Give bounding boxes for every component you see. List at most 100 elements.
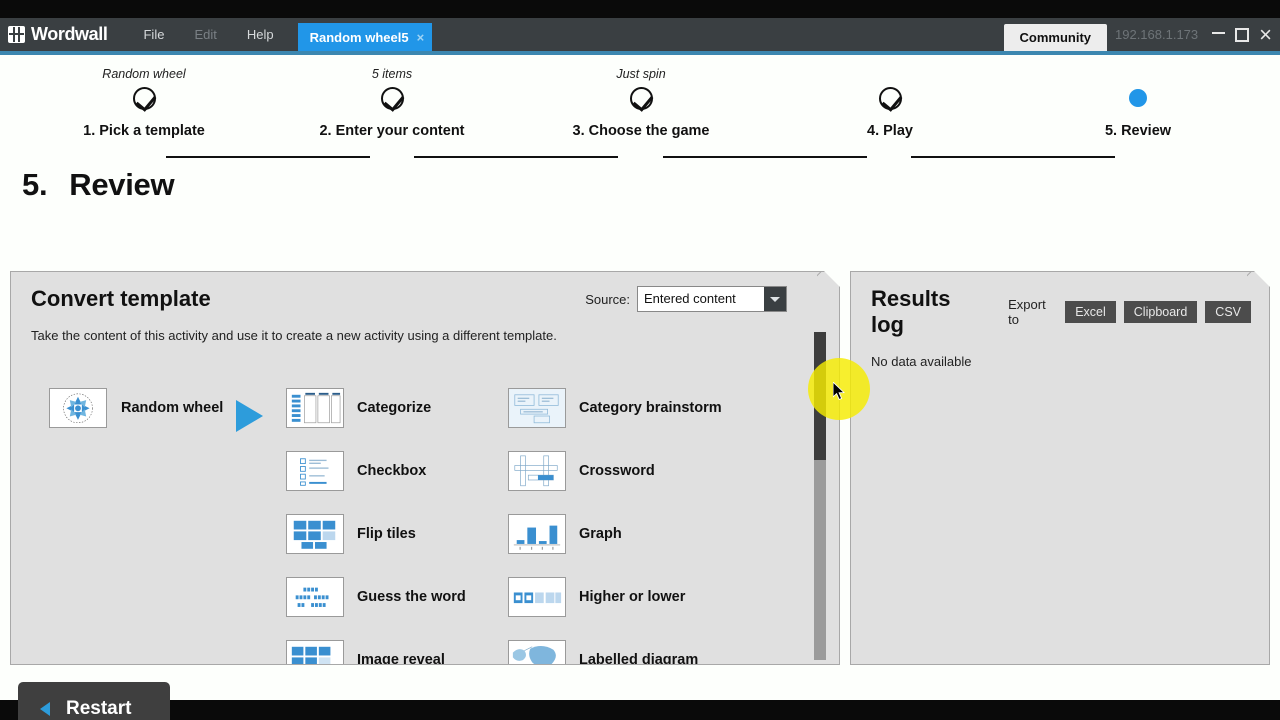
flip-tiles-art [293,520,336,549]
progress-stepper: Random wheel 1. Pick a template 5 items … [0,59,1280,158]
scrollbar-thumb[interactable] [814,332,826,460]
step-3-label: 3. Choose the game [572,123,710,139]
template-label: Image reveal [357,651,445,665]
step-5-label: 5. Review [1104,123,1172,139]
convert-panel-header: Convert template Source: Entered content [11,272,839,312]
template-column-left: Categorize Checkbox Flip tiles Guess the… [286,376,466,664]
graph-thumb [508,513,566,554]
template-list-scrollbar[interactable] [814,332,826,660]
template-item-higher-or-lower[interactable]: Higher or lower [508,565,722,628]
step-1-sub: Random wheel [102,67,186,81]
menu-item-help[interactable]: Help [233,18,288,51]
step-4-sub [780,65,1000,83]
step-4-marker [780,83,1000,113]
letterbox-top [0,0,1280,18]
step-2-sub: 5 items [371,67,413,81]
menu-bar: File Edit Help [129,18,287,51]
stepper-line-4 [911,156,1115,158]
checkbox-thumb [286,450,344,491]
restart-button-label: Restart [66,698,132,719]
categorize-art [291,392,341,423]
image-reveal-thumb [286,639,344,664]
convert-template-panel: Convert template Source: Entered content… [10,271,840,665]
template-column-right: Category brainstorm Crossword Graph High… [508,376,722,664]
template-item-graph[interactable]: Graph [508,502,722,565]
template-item-guess-the-word[interactable]: Guess the word [286,565,466,628]
page-title-number: 5. [22,167,48,202]
stepper-step-3[interactable]: Just spin 3. Choose the game [531,65,751,139]
crossword-thumb [508,450,566,491]
back-arrow-icon [40,702,50,716]
template-item-category-brainstorm[interactable]: Category brainstorm [508,376,722,439]
stepper-step-5[interactable]: 5. Review [1028,65,1248,139]
template-label: Crossword [579,462,655,479]
step-5-sub [1028,65,1248,83]
template-item-categorize[interactable]: Categorize [286,376,466,439]
guess-the-word-thumb [286,576,344,617]
step-4-label: 4. Play [867,123,913,139]
convert-panel-title: Convert template [31,286,211,311]
panel-fold-corner [824,271,840,287]
export-clipboard-button[interactable]: Clipboard [1123,301,1198,323]
document-tab-random-wheel5[interactable]: Random wheel5 × [297,23,433,51]
category-brainstorm-thumb [508,387,566,428]
checkbox-art [300,457,329,486]
results-panel-title: Results log [871,286,951,337]
image-reveal-art [291,646,331,664]
template-item-labelled-diagram[interactable]: Labelled diagram [508,628,722,664]
check-icon [132,86,156,110]
export-excel-button[interactable]: Excel [1065,301,1116,323]
source-select-value: Entered content [638,287,764,311]
menu-item-file[interactable]: File [129,18,178,51]
minimize-icon[interactable] [1212,32,1226,34]
higher-or-lower-thumb [508,576,566,617]
template-label: Graph [579,525,622,542]
random-wheel-art [63,393,93,424]
tab-label: Random wheel5 [309,29,409,45]
step-3-sub: Just spin [616,67,666,81]
chevron-down-icon[interactable] [764,287,786,311]
crossword-art [514,455,558,486]
community-tab[interactable]: Community [1003,24,1107,51]
current-step-dot-icon [1129,89,1147,107]
window-controls: × [1212,18,1280,51]
template-item-checkbox[interactable]: Checkbox [286,439,466,502]
tab-close-icon[interactable]: × [417,31,425,44]
stepper-step-4[interactable]: 4. Play [780,65,1000,139]
check-icon [629,86,653,110]
export-label: Export to [1008,297,1046,327]
source-template-tile: Random wheel [49,388,223,428]
stepper-step-2[interactable]: 5 items 2. Enter your content [282,65,502,139]
template-label: Category brainstorm [579,399,722,416]
results-panel-header: Results log Export to Excel Clipboard CS… [851,272,1269,338]
app-window: Wordwall File Edit Help Random wheel5 × … [0,0,1280,720]
step-1-label: 1. Pick a template [83,123,205,139]
template-item-flip-tiles[interactable]: Flip tiles [286,502,466,565]
page-title: 5. Review [22,167,175,203]
panel-fold-corner [1254,271,1270,287]
maximize-icon[interactable] [1235,27,1250,42]
wordwall-logo-icon [8,26,25,43]
template-item-crossword[interactable]: Crossword [508,439,722,502]
page-body: Random wheel 1. Pick a template 5 items … [0,55,1280,720]
source-selector-group: Source: Entered content [585,286,821,312]
convert-arrow-icon [236,400,263,432]
graph-art [513,525,561,550]
check-icon [380,86,404,110]
menu-item-edit[interactable]: Edit [180,18,230,51]
stepper-step-1[interactable]: Random wheel 1. Pick a template [34,65,254,139]
guess-the-word-art [295,587,329,607]
step-1-marker [34,83,254,113]
brand-name: Wordwall [31,24,108,44]
source-select[interactable]: Entered content [637,286,787,312]
template-list-area: Random wheel Categorize Checkbox Flip ti… [11,368,839,664]
app-brand: Wordwall [0,18,117,51]
close-icon[interactable]: × [1259,23,1272,45]
step-2-marker [282,83,502,113]
results-log-panel: Results log Export to Excel Clipboard CS… [850,271,1270,665]
restart-button[interactable]: Restart [18,682,170,720]
stepper-line-3 [663,156,867,158]
labelled-diagram-art [512,645,556,664]
template-item-image-reveal[interactable]: Image reveal [286,628,466,664]
export-csv-button[interactable]: CSV [1205,301,1251,323]
